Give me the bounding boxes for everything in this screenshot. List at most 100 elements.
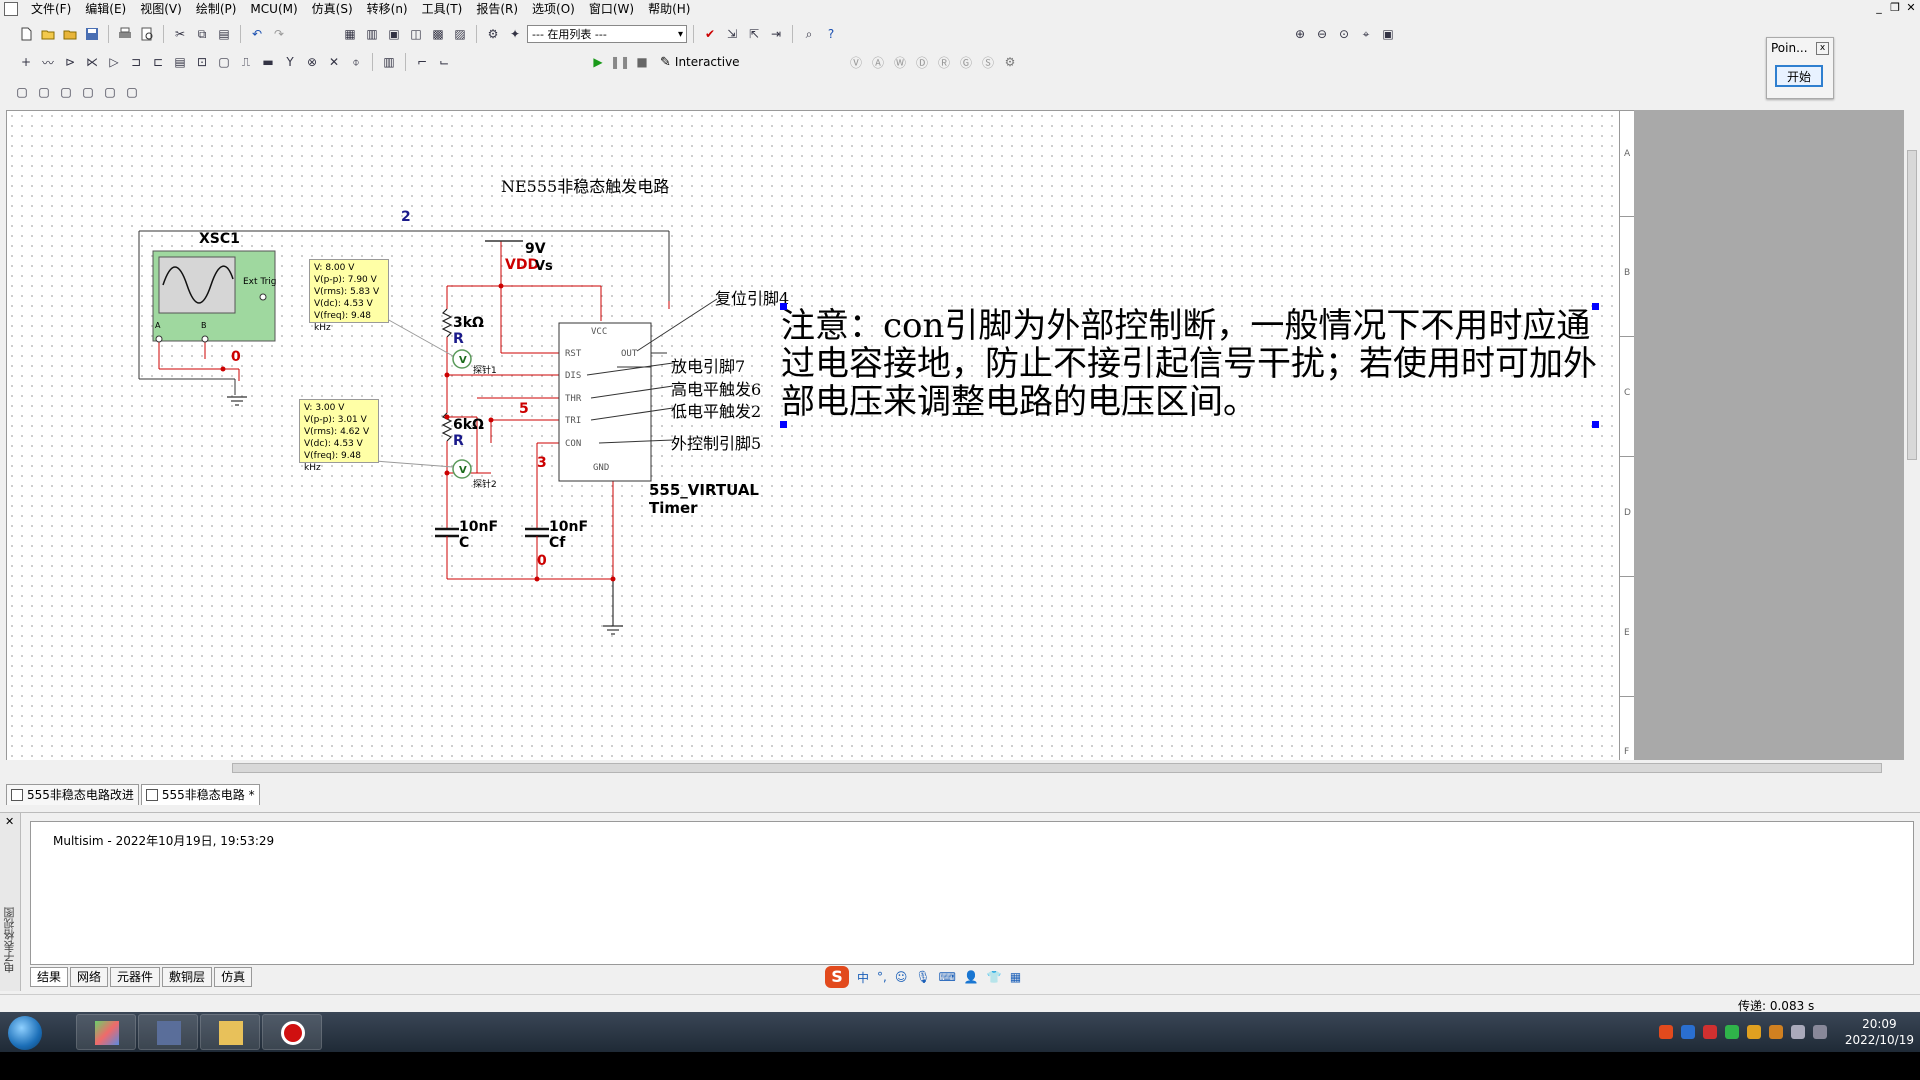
- tab-555-improved[interactable]: 555非稳态电路改进: [6, 784, 139, 805]
- tab-copper-layers[interactable]: 敷铜层: [162, 967, 213, 987]
- save-icon[interactable]: [82, 24, 102, 44]
- menu-transfer[interactable]: 转移(n): [360, 0, 415, 18]
- horizontal-scrollbar[interactable]: [6, 760, 1900, 776]
- basic-icon[interactable]: 〰: [38, 52, 58, 72]
- ime-mode[interactable]: 中: [857, 969, 869, 986]
- frequency-counter-icon[interactable]: ▢: [122, 82, 142, 102]
- tab-results[interactable]: 结果: [30, 967, 69, 987]
- keyboard-icon[interactable]: ⌨: [939, 970, 956, 984]
- hierarchical-block-icon[interactable]: ▥: [379, 52, 399, 72]
- task-recorder[interactable]: [262, 1014, 322, 1050]
- database-icon[interactable]: ▣: [384, 24, 404, 44]
- shield-icon[interactable]: [1768, 1025, 1783, 1039]
- sogou-ime-icon[interactable]: S: [825, 966, 849, 988]
- electromech-icon[interactable]: ⊗: [302, 52, 322, 72]
- bluetooth-icon[interactable]: [1680, 1025, 1695, 1039]
- tab-nets[interactable]: 网络: [70, 967, 109, 987]
- rf-icon[interactable]: Y: [280, 52, 300, 72]
- probe-ref-icon[interactable]: Ⓡ: [934, 52, 954, 72]
- tab-simulation[interactable]: 仿真: [214, 967, 253, 987]
- menu-tools[interactable]: 工具(T): [415, 0, 470, 18]
- zoom-out-icon[interactable]: ⊖: [1312, 24, 1332, 44]
- network-icon[interactable]: [1812, 1025, 1827, 1039]
- open-folder-icon[interactable]: [60, 24, 80, 44]
- menu-window[interactable]: 窗口(W): [582, 0, 641, 18]
- back-annotate-icon[interactable]: ⇱: [744, 24, 764, 44]
- task-explorer[interactable]: [200, 1014, 260, 1050]
- menu-reports[interactable]: 报告(R): [469, 0, 525, 18]
- analog-icon[interactable]: ▷: [104, 52, 124, 72]
- probe-gear-icon[interactable]: ⚙: [1000, 52, 1020, 72]
- sogou-tray-icon[interactable]: [1658, 1025, 1673, 1039]
- mcu-icon[interactable]: ⌽: [346, 52, 366, 72]
- probe-digital-icon[interactable]: Ⓖ: [956, 52, 976, 72]
- selection-handle-tr[interactable]: [1592, 303, 1599, 310]
- ttl-icon[interactable]: ⊐: [126, 52, 146, 72]
- ime-punct[interactable]: °,: [877, 970, 887, 984]
- menu-file[interactable]: 文件(F): [24, 0, 78, 18]
- bode-plotter-icon[interactable]: ▢: [100, 82, 120, 102]
- selection-handle-bl[interactable]: [780, 421, 787, 428]
- menu-help[interactable]: 帮助(H): [641, 0, 697, 18]
- postprocessor-icon[interactable]: ✦: [505, 24, 525, 44]
- design-toolbox-icon[interactable]: ▦: [340, 24, 360, 44]
- run-icon[interactable]: ▶: [588, 52, 608, 72]
- security-icon[interactable]: [1746, 1025, 1761, 1039]
- horizontal-scroll-thumb[interactable]: [232, 763, 1882, 773]
- cut-icon[interactable]: ✂: [170, 24, 190, 44]
- probe-power-icon[interactable]: Ⓦ: [890, 52, 910, 72]
- probe-diff-icon[interactable]: Ⓓ: [912, 52, 932, 72]
- grapher-icon[interactable]: ◫: [406, 24, 426, 44]
- transfer-ultiboard-icon[interactable]: ⇲: [722, 24, 742, 44]
- app-icon[interactable]: [4, 2, 18, 16]
- open-file-icon[interactable]: [38, 24, 58, 44]
- menu-mcu[interactable]: MCU(M): [243, 0, 304, 18]
- oscilloscope-icon[interactable]: ▢: [78, 82, 98, 102]
- component-wizard-icon[interactable]: ⚙: [483, 24, 503, 44]
- menu-edit[interactable]: 编辑(E): [78, 0, 133, 18]
- menu-simulate[interactable]: 仿真(S): [305, 0, 360, 18]
- note-textbox[interactable]: 注意：con引脚为外部控制断，一般情况下不用时应通过电容接地，防止不接引起信号干…: [781, 307, 1601, 421]
- minimize-icon[interactable]: _: [1872, 1, 1886, 15]
- source-icon[interactable]: +: [16, 52, 36, 72]
- zoom-fit-icon[interactable]: ⌖: [1356, 24, 1376, 44]
- print-preview-icon[interactable]: [137, 24, 157, 44]
- diode-icon[interactable]: ⊳: [60, 52, 80, 72]
- wire-icon[interactable]: ⌙: [434, 52, 454, 72]
- probe2-readout[interactable]: V: 3.00 V V(p-p): 3.01 V V(rms): 4.62 V …: [299, 399, 379, 473]
- spreadsheet-side-tab[interactable]: ✕ 电子表格视图: [0, 813, 21, 991]
- spreadsheet-icon[interactable]: ▥: [362, 24, 382, 44]
- redo-icon[interactable]: ↷: [269, 24, 289, 44]
- probe-current-icon[interactable]: Ⓐ: [868, 52, 888, 72]
- ni-component-icon[interactable]: ✕: [324, 52, 344, 72]
- zoom-in-icon[interactable]: ⊕: [1290, 24, 1310, 44]
- menu-options[interactable]: 选项(O): [525, 0, 582, 18]
- probe-settings-icon[interactable]: Ⓢ: [978, 52, 998, 72]
- selection-handle-tl[interactable]: [780, 303, 787, 310]
- zoom-area-icon[interactable]: ⊙: [1334, 24, 1354, 44]
- color-icon[interactable]: [1702, 1025, 1717, 1039]
- power-component-icon[interactable]: ⎍: [236, 52, 256, 72]
- stop-icon[interactable]: ■: [632, 52, 652, 72]
- probe1-readout[interactable]: V: 8.00 V V(p-p): 7.90 V V(rms): 5.83 V …: [309, 259, 389, 333]
- misc-icon[interactable]: ▬: [258, 52, 278, 72]
- interactive-mode-button[interactable]: ✎ Interactive: [654, 52, 746, 72]
- function-generator-icon[interactable]: ▢: [34, 82, 54, 102]
- full-screen-icon[interactable]: ▣: [1378, 24, 1398, 44]
- mic-icon[interactable]: 🎙: [915, 970, 930, 984]
- paste-icon[interactable]: ▤: [214, 24, 234, 44]
- breadboard-icon[interactable]: ▩: [428, 24, 448, 44]
- task-multisim[interactable]: [76, 1014, 136, 1050]
- bus-icon[interactable]: ⌐: [412, 52, 432, 72]
- toolbox-icon[interactable]: ▦: [1010, 970, 1021, 984]
- wechat-icon[interactable]: [1724, 1025, 1739, 1039]
- mixed-icon[interactable]: ⊡: [192, 52, 212, 72]
- help-icon[interactable]: ?: [821, 24, 841, 44]
- volume-icon[interactable]: [1790, 1025, 1805, 1039]
- forward-annotate-icon[interactable]: ⇥: [766, 24, 786, 44]
- menu-view[interactable]: 视图(V): [133, 0, 189, 18]
- description-icon[interactable]: ▨: [450, 24, 470, 44]
- results-log[interactable]: Multisim - 2022年10月19日, 19:53:29: [30, 821, 1914, 965]
- misc-digital-icon[interactable]: ▤: [170, 52, 190, 72]
- task-app2[interactable]: [138, 1014, 198, 1050]
